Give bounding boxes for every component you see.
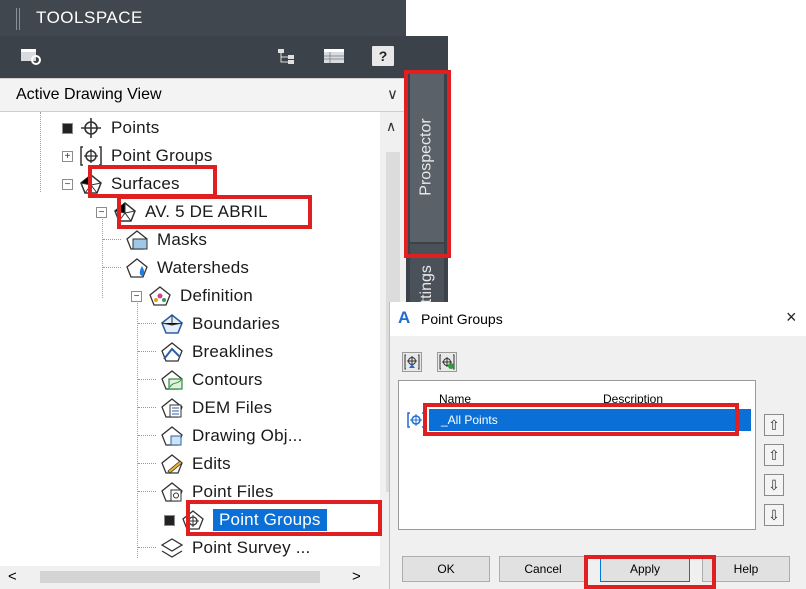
tree-connector bbox=[138, 407, 156, 409]
tree-connector bbox=[138, 379, 156, 381]
point-groups-list: Name Description _All Points bbox=[398, 380, 756, 530]
tree-item-dem-files[interactable]: DEM Files bbox=[138, 395, 272, 421]
tree-connector bbox=[138, 435, 156, 437]
surface-icon bbox=[113, 201, 137, 223]
expand-toggle[interactable]: + bbox=[62, 150, 73, 162]
tree-item-definition[interactable]: − Definition bbox=[131, 283, 253, 309]
column-header-description[interactable]: Description bbox=[603, 392, 663, 406]
boundary-icon bbox=[160, 313, 184, 335]
tree-item-drawing-objects[interactable]: Drawing Obj... bbox=[138, 423, 303, 449]
tree-item-watersheds[interactable]: Watersheds bbox=[103, 255, 249, 281]
toolspace-panel: TOOLSPACE ? Active Drawing View ∨ Points bbox=[0, 0, 448, 589]
dialog-title: Point Groups bbox=[421, 311, 503, 327]
view-selector-dropdown[interactable]: Active Drawing View ∨ bbox=[0, 78, 406, 112]
point-group-properties-button[interactable] bbox=[402, 352, 422, 372]
chevron-right-icon[interactable]: > bbox=[352, 568, 361, 585]
list-view-icon[interactable] bbox=[322, 46, 346, 66]
show-differences-button[interactable] bbox=[437, 352, 457, 372]
tree-item-masks[interactable]: Masks bbox=[103, 227, 207, 253]
grip-handle-icon[interactable] bbox=[16, 8, 22, 30]
tree-horizontal-scrollbar[interactable]: < > bbox=[0, 566, 380, 589]
tree-item-point-groups[interactable]: + Point Groups bbox=[62, 143, 213, 169]
chevron-left-icon[interactable]: < bbox=[8, 568, 17, 585]
scrollbar-thumb[interactable] bbox=[40, 571, 320, 583]
surface-icon bbox=[79, 173, 103, 195]
point-group-icon bbox=[181, 509, 205, 531]
drawing-window-icon[interactable] bbox=[20, 46, 42, 66]
tree-item-points[interactable]: Points bbox=[62, 115, 159, 141]
tree-item-surface-av-5-de-abril[interactable]: − AV. 5 DE ABRIL bbox=[96, 199, 268, 225]
column-header-name[interactable]: Name bbox=[439, 392, 471, 406]
move-down-button[interactable]: ⇩ bbox=[764, 474, 784, 496]
move-to-bottom-button[interactable]: ⇩ bbox=[764, 504, 784, 526]
tree-connector bbox=[103, 267, 121, 269]
close-button[interactable]: × bbox=[786, 307, 797, 328]
toolspace-toolbar: ? bbox=[0, 36, 406, 78]
move-to-top-button[interactable]: ⇧ bbox=[764, 414, 784, 436]
point-groups-dialog: A Point Groups × Name Description _All P… bbox=[389, 302, 806, 589]
prospector-tree: Points + Point Groups − Surfaces − AV. 5… bbox=[0, 112, 380, 566]
tree-connector bbox=[138, 491, 156, 493]
definition-icon bbox=[148, 285, 172, 307]
apply-button[interactable]: Apply bbox=[600, 556, 690, 582]
list-header: Name Description bbox=[429, 381, 755, 406]
expand-toggle[interactable] bbox=[62, 122, 73, 134]
watershed-icon bbox=[125, 257, 149, 279]
hierarchy-icon[interactable] bbox=[276, 46, 298, 66]
point-icon bbox=[79, 117, 103, 139]
toolspace-titlebar[interactable]: TOOLSPACE bbox=[0, 0, 406, 36]
tree-connector bbox=[138, 547, 156, 549]
tree-connector bbox=[138, 351, 156, 353]
expand-toggle[interactable] bbox=[164, 514, 175, 526]
help-button[interactable]: Help bbox=[702, 556, 790, 582]
tree-connector bbox=[103, 239, 121, 241]
contour-icon bbox=[160, 369, 184, 391]
list-item[interactable]: _All Points bbox=[429, 409, 751, 431]
tree-item-surfaces[interactable]: − Surfaces bbox=[62, 171, 180, 197]
toolspace-title: TOOLSPACE bbox=[36, 8, 143, 27]
collapse-toggle[interactable]: − bbox=[62, 178, 73, 190]
help-button[interactable]: ? bbox=[372, 46, 394, 66]
chevron-down-icon: ∨ bbox=[387, 86, 398, 103]
point-group-icon bbox=[79, 145, 103, 167]
point-file-icon bbox=[160, 481, 184, 503]
breakline-icon bbox=[160, 341, 184, 363]
cancel-button[interactable]: Cancel bbox=[499, 556, 587, 582]
chevron-up-icon[interactable]: ∧ bbox=[386, 118, 396, 135]
drawing-object-icon bbox=[160, 425, 184, 447]
tree-item-point-files[interactable]: Point Files bbox=[138, 479, 274, 505]
tab-prospector[interactable]: Prospector bbox=[410, 72, 444, 242]
point-survey-icon bbox=[160, 537, 184, 559]
collapse-toggle[interactable]: − bbox=[96, 206, 107, 218]
tree-guide-line bbox=[40, 112, 41, 192]
selected-tree-label: Point Groups bbox=[213, 509, 327, 531]
view-selector-value: Active Drawing View bbox=[16, 86, 162, 103]
mask-icon bbox=[125, 229, 149, 251]
edit-pencil-icon bbox=[160, 453, 184, 475]
ok-button[interactable]: OK bbox=[402, 556, 490, 582]
tree-item-definition-point-groups[interactable]: Point Groups bbox=[164, 507, 327, 533]
tree-item-contours[interactable]: Contours bbox=[138, 367, 263, 393]
tree-item-boundaries[interactable]: Boundaries bbox=[138, 311, 280, 337]
dem-file-icon bbox=[160, 397, 184, 419]
tree-connector bbox=[138, 323, 156, 325]
point-group-name: _All Points bbox=[441, 413, 498, 427]
collapse-toggle[interactable]: − bbox=[131, 290, 142, 302]
point-group-icon bbox=[407, 411, 425, 429]
app-logo-icon: A bbox=[398, 308, 411, 327]
tree-item-breaklines[interactable]: Breaklines bbox=[138, 339, 273, 365]
tree-item-edits[interactable]: Edits bbox=[138, 451, 231, 477]
tree-connector bbox=[138, 463, 156, 465]
tree-item-point-survey[interactable]: Point Survey ... bbox=[138, 535, 310, 561]
dialog-titlebar[interactable]: A Point Groups × bbox=[390, 302, 806, 336]
move-up-button[interactable]: ⇧ bbox=[764, 444, 784, 466]
